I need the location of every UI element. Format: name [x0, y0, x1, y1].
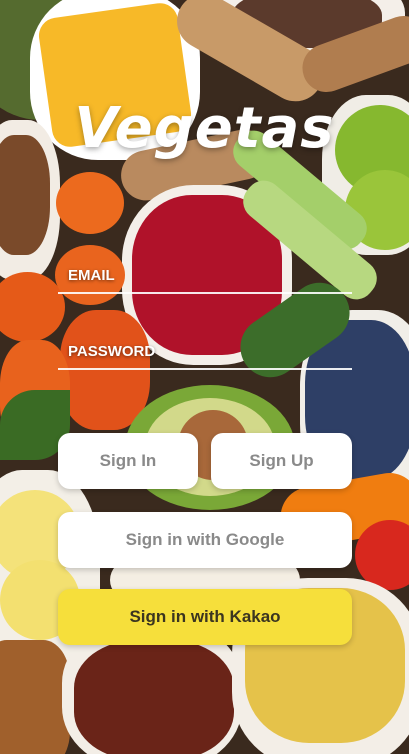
email-field[interactable]: EMAIL: [58, 254, 352, 294]
google-sign-in-button[interactable]: Sign in with Google: [58, 512, 352, 568]
sign-up-button[interactable]: Sign Up: [211, 433, 352, 489]
app-title: Vegetas: [74, 96, 335, 161]
sign-in-button[interactable]: Sign In: [58, 433, 198, 489]
password-underline: [58, 368, 352, 370]
password-field[interactable]: PASSWORD: [58, 330, 352, 370]
email-input[interactable]: [58, 254, 352, 294]
kakao-sign-in-button[interactable]: Sign in with Kakao: [58, 589, 352, 645]
email-underline: [58, 292, 352, 294]
password-input[interactable]: [58, 330, 352, 370]
